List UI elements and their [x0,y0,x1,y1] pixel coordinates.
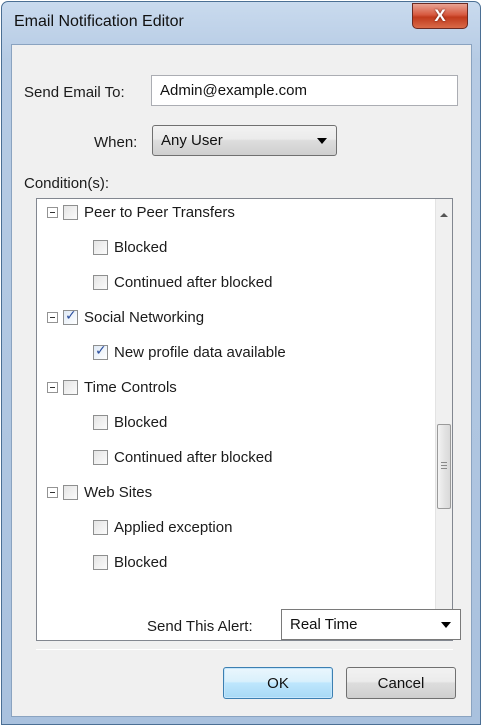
tree-item-label: Blocked [114,238,168,256]
grip-line [441,465,447,466]
tree-condition[interactable]: Blocked [93,235,167,259]
condition-checkbox[interactable] [63,204,78,220]
title-bar[interactable]: Email Notification Editor X [2,2,480,44]
condition-checkbox[interactable] [63,379,78,395]
separator-line [36,649,453,650]
send-alert-dropdown-value: Real Time [290,616,358,633]
collapse-icon[interactable] [47,486,58,498]
tree-item-label: Blocked [114,413,168,431]
email-notification-editor-window: Email Notification Editor X Send Email T… [1,1,481,725]
condition-checkbox[interactable] [63,308,78,325]
condition-checkbox[interactable] [93,414,108,430]
tree-item-label: Social Networking [84,308,205,326]
tree-item-label: Continued after blocked [114,273,273,291]
send-alert-dropdown[interactable]: Real Time [281,609,461,640]
scroll-thumb[interactable] [437,424,451,509]
tree-condition[interactable]: Blocked [93,410,167,434]
tree-item-label: Continued after blocked [114,448,273,466]
close-icon: X [434,6,446,25]
tree-category[interactable]: Time Controls [47,375,177,399]
tree-item-label: Applied exception [114,518,233,536]
collapse-icon[interactable] [47,311,58,323]
tree-condition[interactable]: New profile data available [93,340,286,364]
condition-checkbox[interactable] [93,554,108,570]
tree-item-label: New profile data available [114,343,286,361]
condition-checkbox[interactable] [93,519,108,535]
tree-scrollbar[interactable] [435,199,452,640]
collapse-icon[interactable] [47,381,58,393]
when-dropdown[interactable]: Any User [152,125,337,156]
tree-condition[interactable]: Blocked [93,550,167,574]
close-button[interactable]: X [412,3,468,29]
tree-item-label: Blocked [114,553,168,571]
send-this-alert-label: Send This Alert: [147,618,253,635]
condition-checkbox[interactable] [93,343,108,360]
tree-item-label: Peer to Peer Transfers [84,203,235,221]
send-email-to-label: Send Email To: [24,84,125,101]
cancel-button[interactable]: Cancel [346,667,456,699]
when-label: When: [94,134,138,151]
tree-item-label: Web Sites [84,483,153,501]
cancel-button-label: Cancel [377,674,425,692]
chevron-down-icon [317,138,327,144]
tree-condition[interactable]: Continued after blocked [93,445,272,469]
dialog-body: Send Email To: When: Any User Condition(… [11,44,472,717]
conditions-tree[interactable]: Peer to Peer Transfers Blocked Continued a… [36,198,453,641]
tree-condition[interactable]: Continued after blocked [93,270,272,294]
ok-button[interactable]: OK [223,667,333,699]
grip-line [441,462,447,463]
collapse-icon[interactable] [47,206,58,218]
tree-category[interactable]: Social Networking [47,305,204,329]
conditions-label: Condition(s): [24,175,110,192]
condition-checkbox[interactable] [63,484,78,500]
window-title: Email Notification Editor [14,13,184,30]
send-email-to-input[interactable] [151,75,458,106]
condition-checkbox[interactable] [93,274,108,290]
chevron-down-icon [441,622,451,628]
when-dropdown-value: Any User [161,132,223,149]
tree-category[interactable]: Web Sites [47,480,152,504]
tree-category[interactable]: Peer to Peer Transfers [47,200,235,224]
tree-condition[interactable]: Applied exception [93,515,232,539]
tree-item-label: Time Controls [84,378,177,396]
ok-button-label: OK [267,674,289,692]
condition-checkbox[interactable] [93,449,108,465]
condition-checkbox[interactable] [93,239,108,255]
scroll-up-icon[interactable] [440,213,448,217]
grip-line [441,468,447,469]
